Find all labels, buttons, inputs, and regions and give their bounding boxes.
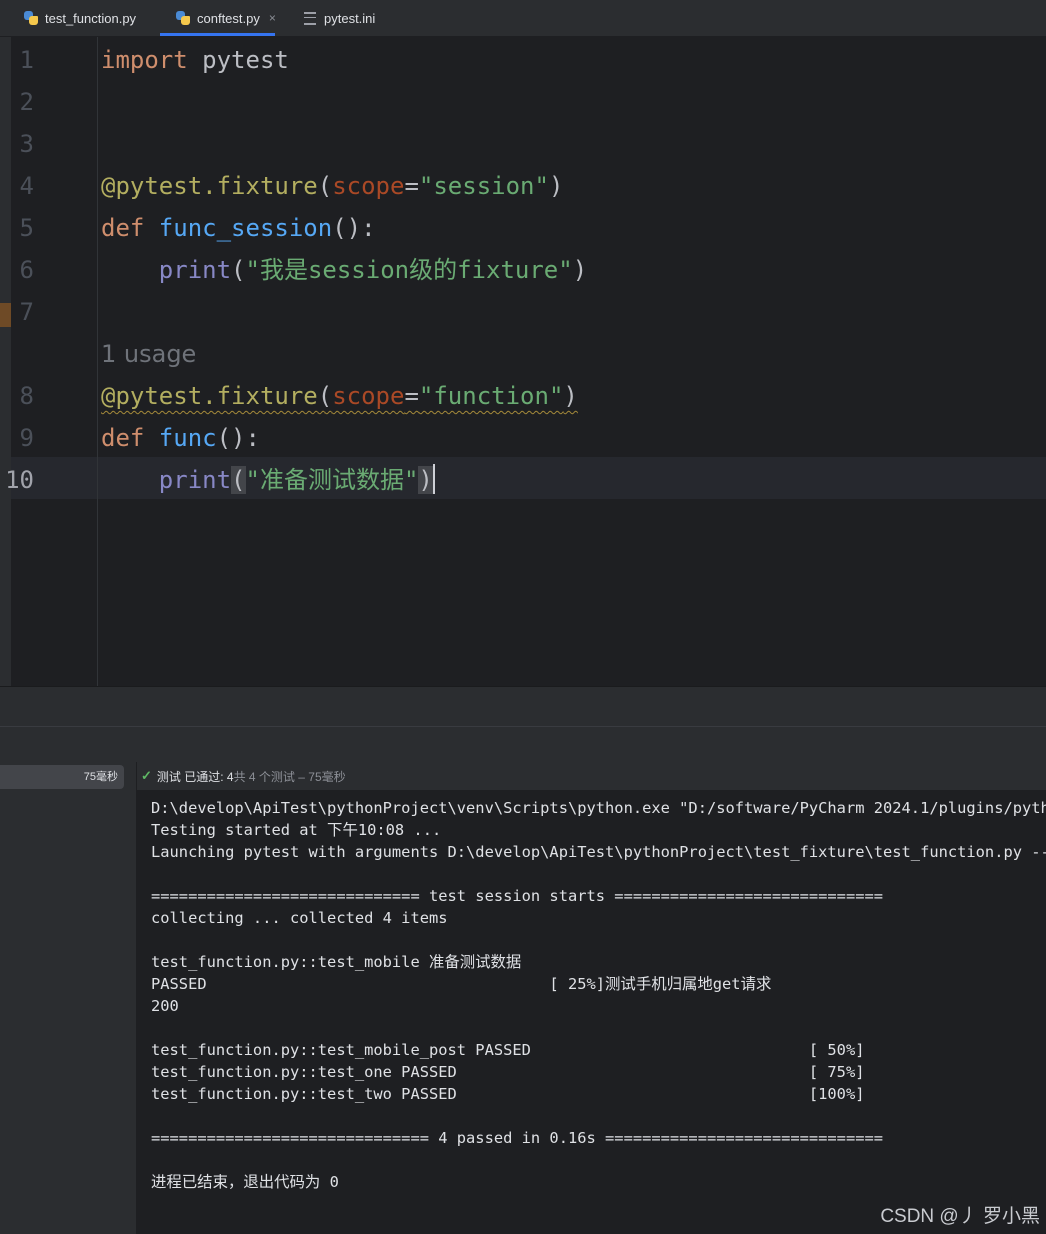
builtin-print: print	[158, 256, 232, 284]
code-line-9[interactable]: def func():	[101, 417, 260, 459]
close-icon[interactable]: ×	[269, 11, 276, 25]
equals: =	[404, 172, 419, 200]
line-number: 3	[19, 130, 34, 158]
editor-tab-bar: test_function.py conftest.py × pytest.in…	[0, 0, 1046, 37]
tab-conftest[interactable]: conftest.py ×	[160, 0, 276, 36]
equals: =	[404, 382, 419, 410]
console-line: test_function.py::test_one PASSED [ 75%]	[151, 1063, 865, 1081]
test-status-sub: 共 4 个测试 – 75毫秒	[233, 769, 346, 784]
line-number: 1	[19, 46, 34, 74]
console-line: collecting ... collected 4 items	[151, 909, 448, 927]
python-file-icon	[176, 11, 190, 25]
console-line: D:\develop\ApiTest\pythonProject\venv\Sc…	[151, 799, 1046, 817]
console-line: test_function.py::test_mobile 准备测试数据	[151, 953, 522, 971]
line-number: 9	[19, 424, 34, 452]
keyword-def: def	[101, 424, 145, 452]
paren-open-matched: (	[231, 466, 246, 494]
tab-label: pytest.ini	[324, 10, 376, 26]
line-number: 7	[19, 298, 34, 326]
text-caret	[432, 464, 435, 494]
tab-label: test_function.py	[45, 10, 137, 26]
paren-close: )	[548, 172, 564, 200]
paren-open: (	[231, 256, 246, 284]
python-file-icon	[24, 11, 38, 25]
test-tree-panel: 75毫秒	[0, 762, 137, 1234]
tab-label: conftest.py	[197, 10, 260, 26]
signature-tail: ():	[216, 424, 260, 452]
code-editor[interactable]: 1 2 3 4 5 6 7 8 9 10 import pytest @pyte…	[0, 37, 1046, 686]
param-scope: scope	[332, 382, 405, 410]
console-line: Launching pytest with arguments D:\devel…	[151, 843, 1046, 861]
test-status-main: 测试 已通过: 4	[156, 769, 234, 784]
keyword-import: import	[101, 46, 188, 74]
ide-window: test_function.py conftest.py × pytest.in…	[0, 0, 1046, 1234]
string-literal: "准备测试数据"	[245, 466, 419, 494]
editor-status-band	[0, 686, 1046, 726]
csdn-watermark: CSDN @丿 罗小黑	[880, 1206, 1040, 1227]
builtin-print: print	[158, 466, 232, 494]
param-scope: scope	[332, 172, 405, 200]
decorator: @pytest.fixture	[101, 382, 318, 410]
code-line-6[interactable]: print("我是session级的fixture")	[101, 249, 587, 291]
keyword-def: def	[101, 214, 145, 242]
console-line: 200	[151, 997, 179, 1015]
check-icon: ✓	[141, 768, 152, 783]
console-line: PASSED [ 25%]测试手机归属地get请求	[151, 975, 772, 993]
paren-close-matched: )	[418, 466, 433, 494]
function-name: func	[144, 424, 217, 452]
usage-inlay-hint[interactable]: 1 usage	[101, 333, 196, 375]
code-line-4[interactable]: @pytest.fixture(scope="session")	[101, 165, 563, 207]
line-number: 2	[19, 88, 34, 116]
code-line-5[interactable]: def func_session():	[101, 207, 376, 249]
string-literal: "我是session级的fixture"	[245, 256, 573, 284]
tab-test-function[interactable]: test_function.py	[24, 0, 136, 36]
test-tree-root-item[interactable]: 75毫秒	[0, 765, 124, 789]
console-line: ============================== 4 passed …	[151, 1129, 884, 1147]
console-line: test_function.py::test_two PASSED [100%]	[151, 1085, 865, 1103]
ini-file-icon	[304, 11, 316, 25]
console-line: test_function.py::test_mobile_post PASSE…	[151, 1041, 865, 1059]
test-duration: 75毫秒	[83, 771, 118, 783]
console-line: Testing started at 下午10:08 ...	[151, 821, 442, 839]
tab-pytest-ini[interactable]: pytest.ini	[304, 0, 375, 36]
console-line: ============================= test sessi…	[151, 887, 884, 905]
line-number: 4	[19, 172, 34, 200]
signature-tail: ():	[332, 214, 376, 242]
decorator: @pytest.fixture	[101, 172, 318, 200]
paren-open: (	[317, 382, 333, 410]
string-literal: "function"	[418, 382, 564, 410]
code-line-8[interactable]: @pytest.fixture(scope="function")	[101, 375, 578, 417]
line-number: 6	[19, 256, 34, 284]
string-literal: "session"	[418, 172, 549, 200]
code-line-10[interactable]: print("准备测试数据")	[101, 459, 435, 501]
line-number: 5	[19, 214, 34, 242]
paren-close: )	[563, 382, 578, 410]
function-name: func_session	[144, 214, 333, 242]
module-name: pytest	[187, 46, 289, 74]
editor-side-strip	[0, 37, 11, 686]
change-marker	[0, 303, 11, 327]
test-status-header: ✓ 测试 已通过: 4 共 4 个测试 – 75毫秒	[137, 762, 1046, 790]
line-number: 8	[19, 382, 34, 410]
console-line: 进程已结束，退出代码为 0	[151, 1173, 339, 1191]
code-line-1[interactable]: import pytest	[101, 39, 289, 81]
paren-open: (	[317, 172, 333, 200]
run-console[interactable]: D:\develop\ApiTest\pythonProject\venv\Sc…	[137, 790, 1046, 1234]
line-number-current: 10	[5, 466, 34, 494]
tool-window-toolbar	[0, 726, 1046, 763]
paren-close: )	[572, 256, 588, 284]
